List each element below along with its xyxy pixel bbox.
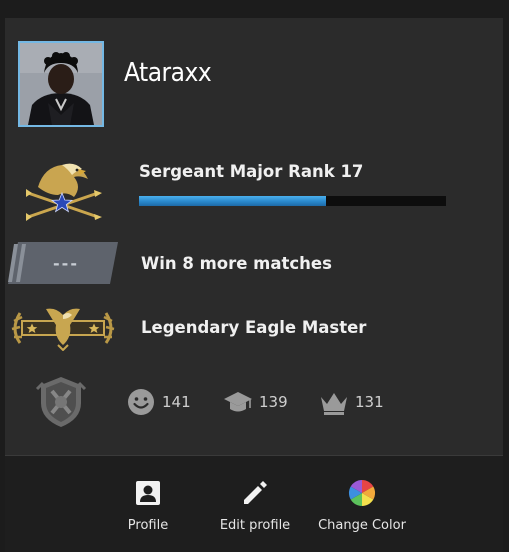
pencil-icon — [244, 481, 267, 504]
commendation-teacher-count: 139 — [259, 393, 288, 411]
wins-badge-text: --- — [53, 254, 79, 273]
profile-button[interactable]: Profile — [118, 478, 178, 538]
rank-title: Sergeant Major Rank 17 — [139, 162, 364, 181]
legendary-eagle-master-icon — [8, 305, 118, 352]
username: Ataraxx — [124, 58, 212, 88]
commendation-teacher: 139 — [223, 388, 288, 416]
edit-profile-button[interactable]: Edit profile — [214, 478, 296, 538]
commendation-friendly: 141 — [126, 388, 191, 416]
smile-icon — [128, 389, 154, 415]
teacher-icon — [224, 392, 252, 412]
change-color-button-label: Change Color — [318, 518, 406, 533]
leader-icon — [321, 393, 347, 415]
change-color-button[interactable]: Change Color — [315, 478, 409, 538]
shield-icon — [35, 375, 87, 429]
profile-card-icon — [136, 481, 160, 505]
commendation-leader: 131 — [319, 388, 384, 416]
eagle-rank-icon — [22, 157, 104, 223]
commendation-leader-count: 131 — [355, 393, 384, 411]
wins-needed-text: Win 8 more matches — [141, 254, 332, 273]
xp-progress-fill — [139, 196, 327, 206]
color-wheel-icon — [348, 479, 376, 507]
avatar[interactable] — [18, 41, 104, 127]
profile-button-label: Profile — [127, 518, 169, 533]
skill-group-text: Legendary Eagle Master — [141, 318, 367, 337]
xp-progress-bar — [139, 196, 446, 206]
avatar-image — [20, 43, 102, 125]
wins-badge-icon: --- — [8, 242, 118, 284]
commendation-friendly-count: 141 — [162, 393, 191, 411]
edit-profile-button-label: Edit profile — [219, 518, 291, 533]
